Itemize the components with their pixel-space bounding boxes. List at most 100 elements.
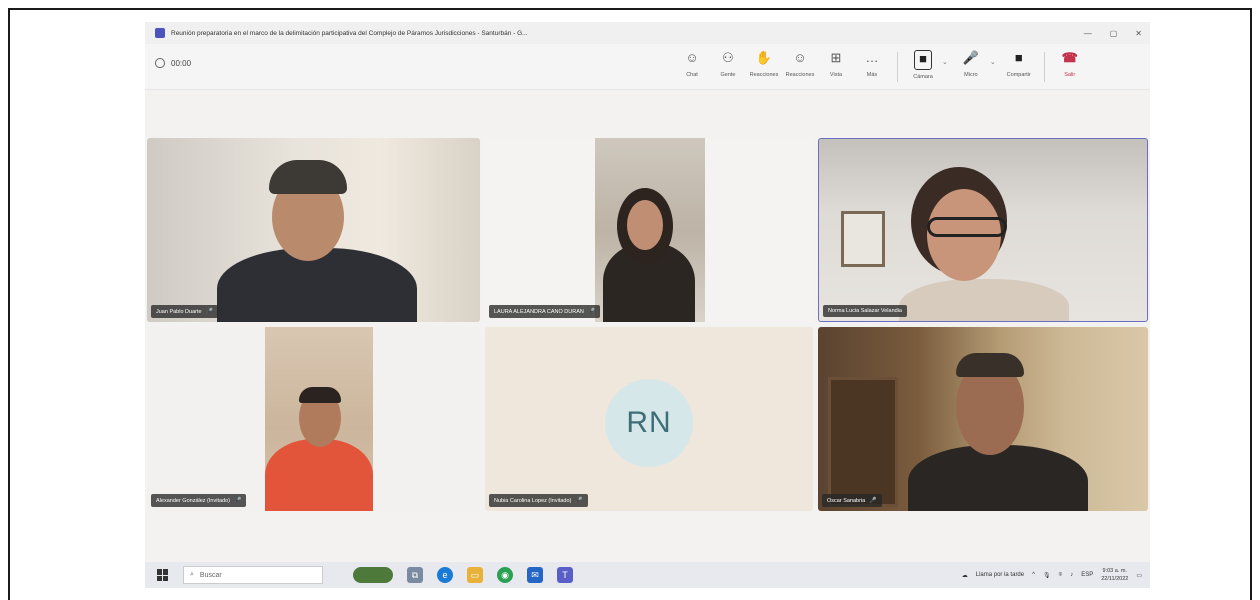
participant-silhouette	[908, 445, 1088, 511]
volume-icon[interactable]: ♪	[1070, 572, 1073, 578]
reactions-icon: ☺	[793, 50, 807, 65]
shield-icon	[155, 58, 165, 68]
participant-video	[265, 327, 373, 511]
share-screen-icon: ■	[1014, 50, 1023, 65]
leave-button[interactable]: ☎ Salir	[1053, 50, 1087, 78]
screenshot-frame: Reunión preparatoria en el marco de la d…	[8, 8, 1252, 600]
people-icon: ⚇	[722, 50, 734, 65]
mic-button[interactable]: 🎤 Micro	[954, 50, 988, 78]
microphone-icon: 🎙	[1042, 572, 1051, 579]
outlook-icon[interactable]: ✉	[527, 567, 543, 583]
leave-label: Salir	[1064, 72, 1076, 78]
participant-name: Alexander González (Invitado)	[156, 497, 230, 504]
mic-label: Micro	[964, 72, 978, 78]
participant-face	[627, 200, 663, 250]
raise-hand-button[interactable]: ✋ Reacciones	[747, 50, 781, 78]
widgets-icon[interactable]	[353, 567, 393, 583]
raise-hand-icon: ✋	[755, 50, 773, 65]
chat-button[interactable]: ☺ Chat	[675, 50, 709, 78]
video-tile-participant-5[interactable]: RN Nubia Carolina Lopez (Invitado) 🎤	[485, 327, 813, 511]
minimize-button[interactable]: —	[1084, 29, 1092, 38]
camera-icon: ■	[914, 50, 932, 70]
meeting-toolbar: 00:00 ☺ Chat ⚇ Gente ✋ Reacciones ☺ Reac…	[145, 44, 1150, 90]
hang-up-icon: ☎	[1061, 50, 1078, 65]
taskbar-search-input[interactable]: ⌕ Buscar	[183, 566, 323, 584]
participant-name-tag: Norma Lucia Salazar Velandia	[823, 305, 907, 317]
participant-name: Oscar Sanabria	[827, 497, 866, 504]
toolbar-divider	[1043, 52, 1045, 82]
avatar: RN	[605, 379, 693, 467]
video-tile-participant-1[interactable]: Juan Pablo Duarte 🎤	[147, 138, 480, 322]
participant-hair	[956, 353, 1024, 377]
participant-name-tag: Juan Pablo Duarte 🎤	[151, 305, 219, 318]
reactions-button[interactable]: ☺ Reacciones	[783, 50, 817, 78]
bookshelf	[828, 377, 898, 507]
language-indicator[interactable]: ESP	[1081, 572, 1093, 578]
chevron-up-icon[interactable]: ^	[1032, 572, 1035, 578]
meeting-timer: 00:00	[155, 58, 191, 68]
participant-name-tag: Alexander González (Invitado) 🎤	[151, 494, 247, 507]
maximize-button[interactable]: ▢	[1110, 29, 1118, 38]
chat-icon: ☺	[685, 50, 699, 65]
weather-text[interactable]: Llama por la tarde	[976, 572, 1024, 578]
search-icon: ⌕	[190, 571, 194, 578]
participant-name: Juan Pablo Duarte	[156, 308, 202, 315]
close-button[interactable]: ✕	[1135, 29, 1142, 38]
people-button[interactable]: ⚇ Gente	[711, 50, 745, 78]
clock-time: 9:03 a. m.	[1102, 568, 1127, 574]
windows-start-icon[interactable]	[157, 569, 169, 581]
wall-picture-frame	[841, 211, 885, 267]
reactions-label: Reacciones	[785, 72, 815, 78]
view-label: Vista	[829, 72, 843, 78]
more-label: Más	[866, 72, 878, 78]
participant-silhouette	[265, 439, 373, 511]
toolbar-actions: ☺ Chat ⚇ Gente ✋ Reacciones ☺ Reacciones…	[675, 50, 1089, 82]
participant-video	[595, 138, 705, 322]
clock-date: 22/11/2022	[1101, 576, 1129, 582]
microphone-icon: 🎤	[575, 498, 583, 504]
video-tile-participant-4[interactable]: Alexander González (Invitado) 🎤	[147, 327, 480, 511]
camera-options-chevron-icon[interactable]: ⌄	[942, 58, 948, 66]
video-tile-participant-2[interactable]: LAURA ALEJANDRA CANO DURAN 🎤	[485, 138, 813, 322]
participant-silhouette	[899, 279, 1069, 321]
search-placeholder: Buscar	[199, 571, 222, 579]
chat-label: Chat	[686, 72, 698, 78]
mic-options-chevron-icon[interactable]: ⌄	[990, 58, 996, 66]
share-button[interactable]: ■ Compartir	[1002, 50, 1036, 78]
more-icon: …	[865, 50, 879, 65]
view-icon: ⊞	[830, 50, 842, 65]
participant-name-tag: Oscar Sanabria 🎤	[822, 494, 882, 507]
chrome-browser-icon[interactable]: ◉	[497, 567, 513, 583]
more-button[interactable]: … Más	[855, 50, 889, 78]
file-explorer-icon[interactable]: ▭	[467, 567, 483, 583]
windows-taskbar: ⌕ Buscar ⧉ e ▭ ◉ ✉ T ☁ Llama por la tard…	[145, 562, 1150, 588]
window-controls: — ▢ ✕	[1084, 22, 1142, 44]
edge-browser-icon[interactable]: e	[437, 567, 453, 583]
video-tile-participant-3[interactable]: Norma Lucia Salazar Velandia	[818, 138, 1148, 322]
timer-text: 00:00	[171, 58, 192, 68]
title-bar: Reunión preparatoria en el marco de la d…	[145, 22, 1150, 44]
task-view-icon[interactable]: ⧉	[407, 567, 423, 583]
toolbar-divider	[897, 52, 898, 82]
view-button[interactable]: ⊞ Vista	[819, 50, 853, 78]
notification-icon[interactable]: ▭	[1136, 572, 1142, 579]
camera-button[interactable]: ■ Cámara	[906, 50, 940, 80]
participant-name: LAURA ALEJANDRA CANO DURAN	[494, 308, 584, 315]
network-icon[interactable]: ⌾	[1059, 572, 1063, 579]
video-tile-participant-6[interactable]: Oscar Sanabria 🎤	[818, 327, 1148, 511]
participant-name: Norma Lucia Salazar Velandia	[828, 308, 902, 314]
system-tray: ☁ Llama por la tarde ^ 🎙 ⌾ ♪ ESP 9:03 a.…	[962, 562, 1142, 588]
participant-name-tag: LAURA ALEJANDRA CANO DURAN 🎤	[489, 305, 601, 318]
glasses-icon	[927, 217, 1007, 237]
participant-cap	[269, 160, 347, 194]
clock[interactable]: 9:03 a. m. 22/11/2022	[1101, 567, 1128, 583]
teams-app-icon[interactable]: T	[557, 567, 573, 583]
teams-icon	[155, 28, 165, 38]
people-label: Gente	[720, 72, 736, 78]
weather-icon[interactable]: ☁	[962, 572, 968, 579]
microphone-icon: 🎤	[205, 309, 214, 315]
participant-hair	[299, 387, 341, 403]
teams-window: Reunión preparatoria en el marco de la d…	[145, 22, 1150, 588]
microphone-icon: 🎤	[587, 309, 596, 315]
microphone-icon: 🎤	[869, 498, 877, 504]
